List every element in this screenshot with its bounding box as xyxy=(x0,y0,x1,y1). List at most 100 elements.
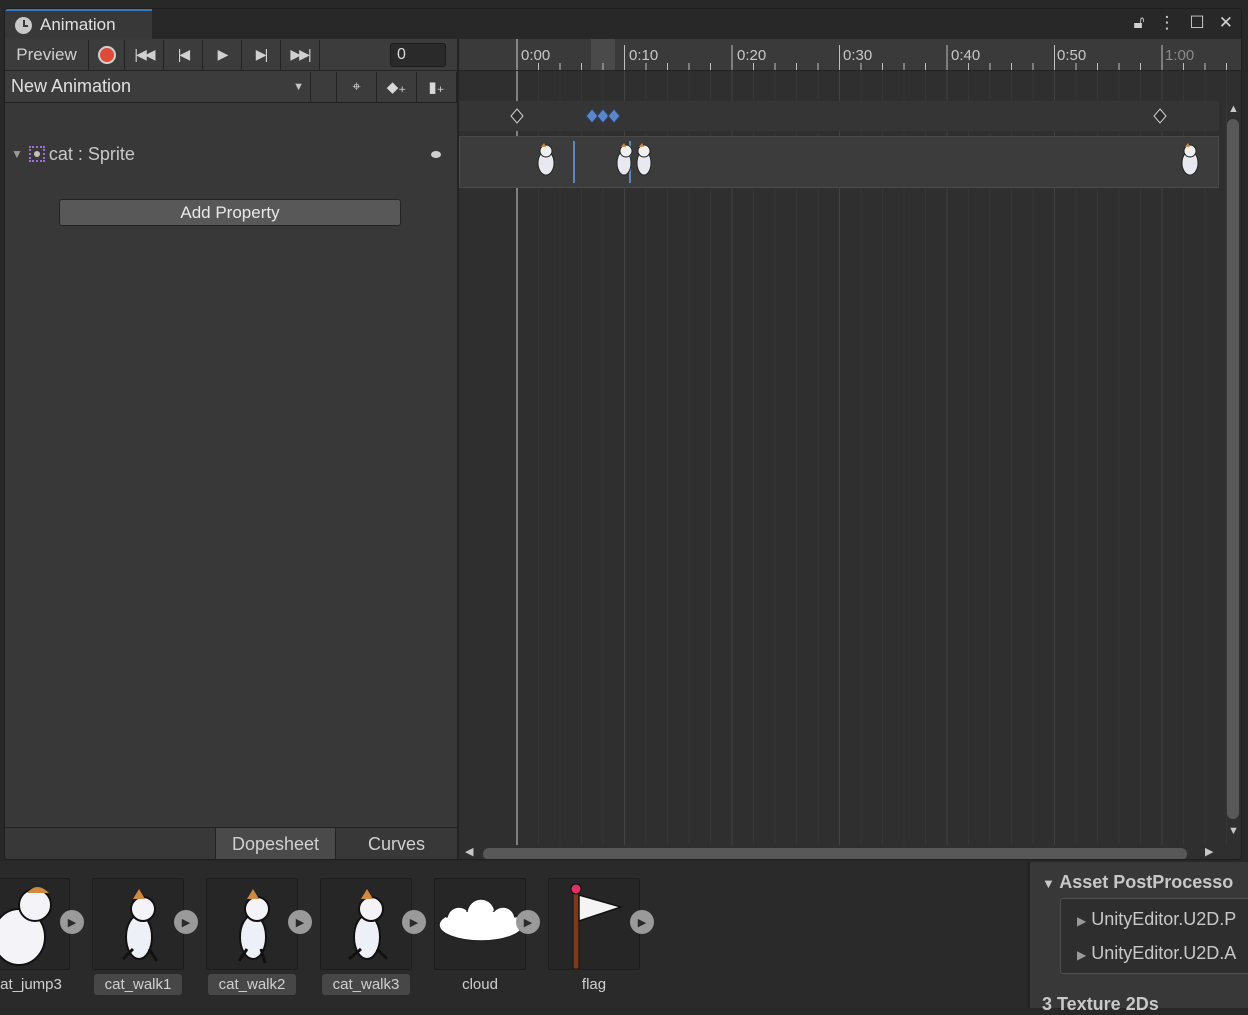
ruler-label: 0:30 xyxy=(843,47,873,64)
add-event-icon: ▮₊ xyxy=(428,78,445,96)
clip-toolbar: New Animation ▼ ⌖ ◆₊ ▮₊ xyxy=(5,71,457,103)
dropdown-arrow-icon: ▼ xyxy=(293,80,304,93)
inspector-list-item[interactable]: ▶ UnityEditor.U2D.P xyxy=(1077,909,1236,930)
asset-label: cat_walk3 xyxy=(322,974,410,995)
inspector-list-item[interactable]: ▶ UnityEditor.U2D.A xyxy=(1077,943,1236,964)
sprite-keyframe-row[interactable] xyxy=(459,136,1219,188)
record-button[interactable] xyxy=(89,39,125,70)
frame-input[interactable]: 0 xyxy=(390,42,446,67)
asset-label: cloud xyxy=(462,976,498,993)
add-property-button[interactable]: Add Property xyxy=(59,199,401,226)
asset-label: at_jump3 xyxy=(0,976,62,993)
ruler-label: 0:10 xyxy=(629,47,659,64)
clip-dropdown[interactable]: New Animation ▼ xyxy=(5,71,311,102)
last-keyframe-icon: ▶▶| xyxy=(290,46,311,62)
menu-icon[interactable]: ⋮ xyxy=(1159,13,1176,33)
asset-thumb-cat-walk3[interactable] xyxy=(320,878,412,970)
record-icon xyxy=(97,45,116,64)
cat-walk-image xyxy=(348,889,389,961)
playback-toolbar: Preview |◀◀ |◀ ▶ ▶| ▶▶| 0 xyxy=(5,39,457,71)
view-mode-tabs: Dopesheet Curves xyxy=(5,827,457,859)
keyframe-diamond-selected xyxy=(596,108,610,124)
play-button[interactable]: ▶ xyxy=(203,39,242,70)
tab-title: Animation xyxy=(40,15,116,34)
maximize-icon[interactable]: ☐ xyxy=(1190,13,1205,33)
play-preview-icon[interactable]: ▶ xyxy=(630,910,654,934)
title-bar: Animation 🔓︎ ⋮ ☐ ✕ xyxy=(5,9,1241,39)
cat-sprite-thumb xyxy=(636,143,652,176)
inspector-item-label: UnityEditor.U2D.P xyxy=(1091,909,1237,929)
horizontal-scroll-thumb[interactable] xyxy=(483,848,1187,859)
ruler-label: 1:00 xyxy=(1165,47,1195,64)
keyframe-diamond xyxy=(510,108,524,124)
expand-triangle-icon[interactable]: ▶ xyxy=(1077,914,1086,928)
add-event-button[interactable]: ▮₊ xyxy=(417,71,457,102)
next-keyframe-icon: ▶| xyxy=(255,46,268,62)
flag-image xyxy=(570,883,624,969)
clip-name: New Animation xyxy=(11,76,132,96)
add-keyframe-icon: ◆₊ xyxy=(386,78,407,96)
ruler-label: 0:50 xyxy=(1057,47,1087,64)
tab-curves[interactable]: Curves xyxy=(335,828,457,859)
cat-walk-image xyxy=(237,889,270,964)
summary-keyframe-row[interactable] xyxy=(459,101,1219,131)
asset-thumb-cloud[interactable] xyxy=(434,878,526,970)
keyframe-diamond xyxy=(1153,108,1167,124)
project-assets-panel: ▶ at_jump3 ▶ cat_walk1 ▶ cat_walk2 ▶ cat… xyxy=(0,862,1026,1008)
play-preview-icon[interactable]: ▶ xyxy=(516,910,540,934)
property-panel: ▼ cat : Sprite Add Property xyxy=(5,103,457,829)
asset-thumb-cat-walk2[interactable] xyxy=(206,878,298,970)
inspector-title-text: Asset PostProcesso xyxy=(1059,872,1234,892)
inspector-bottom-title: 3 Texture 2Ds xyxy=(1042,994,1159,1014)
dopesheet-timeline[interactable]: 0:00 0:10 0:20 0:30 0:40 0:50 1:00 ▲ ▼ ◀… xyxy=(459,39,1241,859)
vertical-scroll-thumb[interactable] xyxy=(1227,119,1239,819)
filter-by-selection-button[interactable]: ⌖ xyxy=(337,71,377,102)
inspector-section-title[interactable]: ▼ Asset PostProcesso xyxy=(1042,872,1233,893)
lock-icon[interactable]: 🔓︎ xyxy=(1133,13,1144,33)
play-icon: ▶ xyxy=(217,46,229,62)
scroll-up-icon[interactable]: ▲ xyxy=(1228,103,1239,115)
tab-dopesheet[interactable]: Dopesheet xyxy=(215,828,335,859)
next-keyframe-button[interactable]: ▶| xyxy=(242,39,281,70)
preview-button[interactable]: Preview xyxy=(5,39,89,70)
asset-thumb-flag[interactable] xyxy=(548,878,640,970)
sprite-renderer-icon xyxy=(28,146,45,162)
add-keyframe-button[interactable]: ◆₊ xyxy=(377,71,417,102)
cat-sprite-thumb xyxy=(1181,143,1199,176)
play-preview-icon[interactable]: ▶ xyxy=(402,910,426,934)
summary-keyframes xyxy=(510,108,1167,124)
time-ruler[interactable]: 0:00 0:10 0:20 0:30 0:40 0:50 1:00 xyxy=(459,39,1241,71)
clip-toolbar-spacer xyxy=(311,71,337,102)
animation-window: Animation 🔓︎ ⋮ ☐ ✕ Preview |◀◀ |◀ ▶ ▶| ▶… xyxy=(4,8,1242,860)
visibility-dot-icon[interactable] xyxy=(431,150,441,158)
expand-triangle-icon[interactable]: ▶ xyxy=(1077,948,1086,962)
inspector-item-label: UnityEditor.U2D.A xyxy=(1091,943,1237,963)
expand-triangle-icon[interactable]: ▼ xyxy=(1042,876,1055,891)
asset-label: cat_walk2 xyxy=(208,974,296,995)
sprite-keyframes xyxy=(537,141,1199,183)
property-row[interactable]: ▼ cat : Sprite xyxy=(5,141,457,167)
vertical-scrollbar[interactable]: ▲ ▼ xyxy=(1223,101,1241,841)
previous-keyframe-button[interactable]: |◀ xyxy=(164,39,203,70)
cat-walk-image xyxy=(121,889,159,962)
expand-triangle-icon[interactable]: ▼ xyxy=(11,147,23,161)
clock-icon xyxy=(15,16,32,34)
play-preview-icon[interactable]: ▶ xyxy=(174,910,198,934)
asset-thumb-cat-walk1[interactable] xyxy=(92,878,184,970)
play-preview-icon[interactable]: ▶ xyxy=(288,910,312,934)
play-preview-icon[interactable]: ▶ xyxy=(60,910,84,934)
ruler-label: 0:40 xyxy=(951,47,981,64)
ruler-label: 0:00 xyxy=(521,47,551,64)
keyframe-diamond-selected xyxy=(585,108,599,124)
first-keyframe-button[interactable]: |◀◀ xyxy=(125,39,164,70)
asset-label: flag xyxy=(581,976,607,993)
scroll-right-icon[interactable]: ▶ xyxy=(1205,845,1213,858)
close-icon[interactable]: ✕ xyxy=(1219,13,1233,33)
last-keyframe-button[interactable]: ▶▶| xyxy=(281,39,320,70)
ruler-label: 0:20 xyxy=(737,47,767,64)
horizontal-scrollbar[interactable]: ◀ ▶ xyxy=(459,845,1223,859)
animation-tab[interactable]: Animation xyxy=(5,9,152,39)
window-icons: 🔓︎ ⋮ ☐ ✕ xyxy=(1133,13,1233,33)
scroll-left-icon[interactable]: ◀ xyxy=(465,845,473,858)
scroll-down-icon[interactable]: ▼ xyxy=(1228,825,1239,837)
